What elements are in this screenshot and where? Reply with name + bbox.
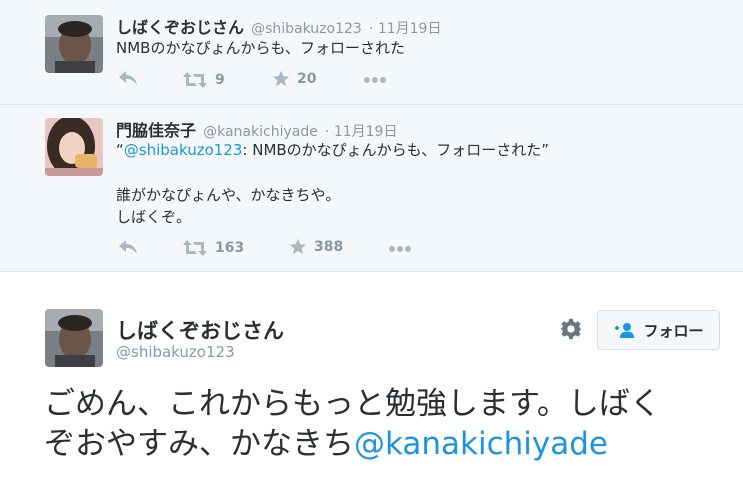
favorite-count: 20 [297,71,317,87]
display-name[interactable]: しばくぞおじさん [116,315,284,345]
avatar[interactable] [45,15,103,73]
more-button[interactable] [388,245,412,253]
favorite-count: 388 [314,239,344,255]
retweet-button[interactable]: 9 [182,71,225,89]
star-icon [289,238,307,255]
favorite-button[interactable]: 20 [272,70,316,88]
main-tweet-line: ごめん、これからもっと勉強します。しばく [44,386,661,422]
reply-button[interactable] [118,70,138,86]
avatar[interactable] [45,309,103,367]
tweet-text-line: 誰がかなぴょんや、かなきちや。 [116,186,341,204]
gear-icon [560,318,582,340]
tweet-text: NMBのかなぴょんからも、フォローされた [116,39,406,57]
favorite-button[interactable]: 388 [289,238,343,256]
handle[interactable]: @shibakuzo123 [116,343,235,361]
reply-button[interactable] [118,239,138,255]
more-button[interactable] [363,76,387,84]
tweet-header: 門脇佳奈子 @kanakichiyade · 11月19日 [116,117,397,141]
display-name[interactable]: しばくぞおじさん [116,18,244,37]
retweet-count: 163 [215,240,245,256]
divider [0,104,743,105]
tweet-text-quote: “@shibakuzo123: NMBのかなぴょんからも、フォローされた” [116,139,549,160]
star-icon [272,70,290,87]
quote-open: “ [116,141,124,159]
follow-label: フォロー [643,321,704,340]
retweet-button[interactable]: 163 [182,239,244,257]
retweet-icon [183,72,207,88]
reply-icon [119,240,137,254]
quote-rest: : NMBのかなぴょんからも、フォローされた” [242,141,550,159]
timestamp[interactable]: · 11月19日 [369,21,442,37]
follow-button[interactable]: フォロー [597,310,720,350]
reply-icon [119,71,137,85]
more-icon [364,77,386,83]
more-icon [389,246,411,252]
mention-link[interactable]: @shibakuzo123 [124,141,243,159]
tweet-text-line: しばくぞ。 [116,208,192,226]
main-tweet-line-text: ぞおやすみ、かなきち [44,426,354,462]
main-tweet-line: ぞおやすみ、かなきち@kanakichiyade [44,424,724,464]
handle[interactable]: @kanakichiyade [203,124,318,140]
retweet-icon [183,240,207,256]
settings-button[interactable] [560,318,582,340]
retweet-count: 9 [215,72,225,88]
tweet-header: しばくぞおじさん @shibakuzo123 · 11月19日 [116,14,441,38]
add-user-icon [615,323,635,338]
timestamp[interactable]: · 11月19日 [325,124,398,140]
main-tweet-text: ごめん、これからもっと勉強します。しばく ぞおやすみ、かなきち@kanakich… [44,384,724,464]
mention-link[interactable]: @kanakichiyade [354,426,608,462]
display-name[interactable]: 門脇佳奈子 [116,121,196,140]
divider [0,271,743,272]
avatar[interactable] [45,118,103,176]
handle[interactable]: @shibakuzo123 [251,21,362,37]
